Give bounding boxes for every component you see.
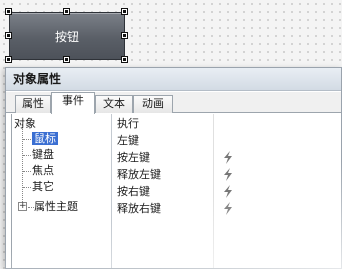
events-content: 对象 鼠标 键盘 焦点 其它 + 属性主题 执行 左键 按左键 释放左键 按右键…: [11, 114, 341, 268]
resize-handle-top[interactable]: [63, 8, 70, 15]
tab-events[interactable]: 事件: [51, 92, 95, 114]
event-list: 执行 左键 按左键 释放左键 按右键 释放右键: [113, 114, 341, 268]
tab-animation[interactable]: 动画: [133, 95, 173, 113]
tab-text[interactable]: 文本: [95, 95, 133, 113]
event-row[interactable]: 按左键: [113, 149, 341, 166]
tree-item-label: 焦点: [32, 164, 54, 177]
design-button[interactable]: 按钮: [9, 12, 125, 60]
event-row[interactable]: 左键: [113, 132, 341, 149]
tree-item-label: 鼠标: [32, 132, 58, 145]
event-name: 执行: [117, 117, 139, 130]
resize-handle-left[interactable]: [5, 32, 12, 39]
tab-properties[interactable]: 属性: [15, 95, 51, 113]
event-category-tree: 对象 鼠标 键盘 焦点 其它 + 属性主题: [12, 114, 112, 268]
event-name: 释放左键: [117, 168, 161, 181]
lightning-icon[interactable]: [221, 151, 235, 164]
tree-branch: [23, 155, 31, 156]
resize-handle-right[interactable]: [121, 32, 128, 39]
lightning-icon[interactable]: [221, 168, 235, 181]
event-row[interactable]: 按右键: [113, 183, 341, 200]
event-name: 释放右键: [117, 202, 161, 215]
event-row[interactable]: 释放左键: [113, 166, 341, 183]
resize-handle-bottom-left[interactable]: [5, 56, 12, 63]
tree-item-keyboard[interactable]: 键盘: [32, 147, 54, 163]
tree-item-label: 其它: [32, 180, 54, 193]
lightning-icon[interactable]: [221, 202, 235, 215]
lightning-icon[interactable]: [221, 185, 235, 198]
resize-handle-top-left[interactable]: [5, 8, 12, 15]
tree-branch: [23, 139, 31, 140]
event-row[interactable]: 执行: [113, 115, 341, 132]
resize-handle-bottom[interactable]: [63, 56, 70, 63]
tree-root[interactable]: 对象: [14, 116, 36, 132]
tree-item-label: 键盘: [32, 148, 54, 161]
tree-branch: [23, 187, 31, 188]
tree-guide-line: [22, 124, 23, 208]
event-name: 按右键: [117, 185, 150, 198]
resize-handle-top-right[interactable]: [121, 8, 128, 15]
tree-root-label: 对象: [14, 117, 36, 130]
tree-item-mouse[interactable]: 鼠标: [32, 131, 58, 147]
resize-handle-bottom-right[interactable]: [121, 56, 128, 63]
object-properties-panel: 对象属性 属性 事件 文本 动画 对象 鼠标 键盘 焦点 其它 + 属性主题 执…: [5, 67, 342, 269]
event-name: 左键: [117, 134, 139, 147]
tree-branch: [23, 171, 31, 172]
tree-item-label: 属性主题: [34, 200, 78, 213]
tree-item-focus[interactable]: 焦点: [32, 163, 54, 179]
tab-bar: 属性 事件 文本 动画: [6, 92, 341, 114]
tree-item-other[interactable]: 其它: [32, 179, 54, 195]
event-name: 按左键: [117, 151, 150, 164]
event-row[interactable]: 释放右键: [113, 200, 341, 217]
tree-item-property-theme[interactable]: 属性主题: [34, 199, 78, 215]
design-button-label: 按钮: [54, 29, 79, 44]
expand-icon[interactable]: +: [18, 202, 27, 211]
panel-title: 对象属性: [6, 68, 341, 91]
